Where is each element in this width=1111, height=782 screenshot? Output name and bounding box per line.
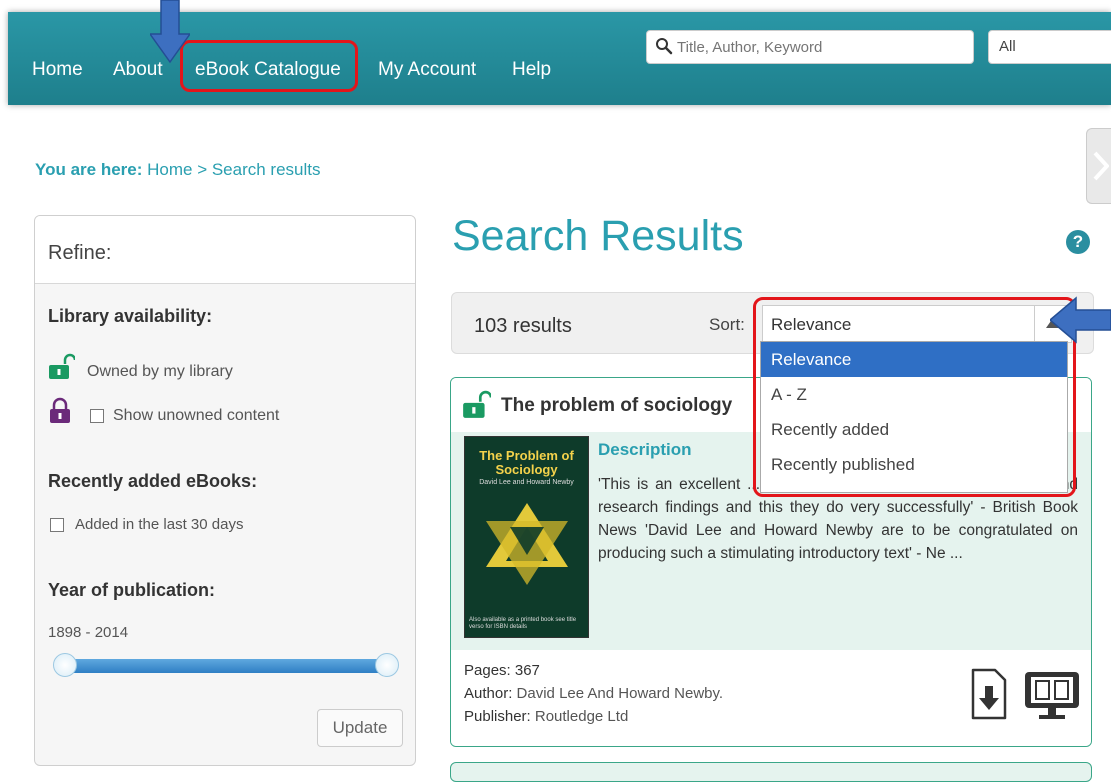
result-title[interactable]: The problem of sociology bbox=[501, 395, 732, 417]
publisher-label: Publisher: bbox=[464, 708, 531, 725]
year-slider-min-handle[interactable] bbox=[53, 653, 77, 677]
annotation-arrow-left bbox=[1050, 296, 1111, 344]
cover-author: David Lee and Howard Newby bbox=[479, 479, 574, 486]
search-input[interactable] bbox=[675, 31, 969, 63]
pages-row: Pages: 367 bbox=[464, 662, 540, 679]
refine-panel: Refine: Library availability: Owned by m… bbox=[34, 215, 416, 766]
year-slider-max-handle[interactable] bbox=[375, 653, 399, 677]
pages-label: Pages: bbox=[464, 662, 511, 679]
chevron-right-icon bbox=[1093, 151, 1109, 181]
update-button[interactable]: Update bbox=[317, 709, 403, 747]
sort-option-relevance[interactable]: Relevance bbox=[761, 342, 1067, 377]
cover-title: The Problem of Sociology bbox=[479, 448, 574, 477]
result-card-footer: Pages: 367 Author: David Lee And Howard … bbox=[451, 650, 1091, 746]
sort-label: Sort: bbox=[709, 315, 745, 334]
annotation-arrow-down bbox=[150, 0, 190, 64]
next-result-card bbox=[450, 762, 1092, 782]
side-panel-toggle[interactable] bbox=[1086, 128, 1111, 204]
publisher-value: Routledge Ltd bbox=[534, 708, 629, 725]
help-icon[interactable]: ? bbox=[1066, 230, 1090, 254]
year-range-text: 1898 - 2014 bbox=[48, 624, 129, 641]
read-online-icon[interactable] bbox=[1023, 670, 1081, 722]
publisher-row: Publisher: Routledge Ltd bbox=[464, 708, 628, 725]
nav-ebook-catalogue[interactable]: eBook Catalogue bbox=[195, 59, 341, 81]
download-icon[interactable] bbox=[969, 668, 1009, 720]
search-box bbox=[646, 30, 974, 64]
nav-home[interactable]: Home bbox=[32, 59, 83, 81]
sort-selected-value: Relevance bbox=[771, 315, 852, 334]
year-slider-track[interactable] bbox=[65, 659, 387, 673]
breadcrumb-lead: You are here: bbox=[35, 160, 143, 179]
show-unowned-checkbox[interactable] bbox=[90, 409, 104, 423]
sort-option-a-z[interactable]: A - Z bbox=[761, 377, 1067, 412]
page-title: Search Results bbox=[452, 212, 744, 260]
added-last-30-days-label: Added in the last 30 days bbox=[75, 516, 244, 533]
added-last-30-days-checkbox[interactable] bbox=[50, 518, 64, 532]
book-cover-image[interactable]: The Problem of Sociology David Lee and H… bbox=[464, 436, 589, 638]
author-value[interactable]: David Lee And Howard Newby. bbox=[517, 685, 724, 702]
sort-dropdown-list: Relevance A - Z Recently added Recently … bbox=[760, 341, 1068, 493]
unlock-icon bbox=[463, 390, 491, 418]
breadcrumb-trail[interactable]: Home > Search results bbox=[147, 160, 320, 179]
search-scope-select[interactable]: All bbox=[988, 30, 1111, 64]
sort-option-recently-published[interactable]: Recently published bbox=[761, 447, 1067, 482]
results-count: 103 results bbox=[474, 315, 572, 337]
nav-my-account[interactable]: My Account bbox=[378, 59, 476, 81]
recently-added-heading: Recently added eBooks: bbox=[48, 471, 258, 491]
lock-icon bbox=[50, 397, 70, 423]
author-label: Author: bbox=[464, 685, 513, 702]
description-heading: Description bbox=[598, 440, 692, 459]
author-row: Author: David Lee And Howard Newby. bbox=[464, 685, 723, 702]
unlock-icon bbox=[49, 353, 75, 379]
nav-help[interactable]: Help bbox=[512, 59, 551, 81]
refine-title: Refine: bbox=[35, 216, 415, 284]
cover-artwork bbox=[486, 503, 568, 585]
sort-option-recently-added[interactable]: Recently added bbox=[761, 412, 1067, 447]
pages-value: 367 bbox=[514, 662, 540, 679]
owned-by-library-label: Owned by my library bbox=[87, 363, 233, 380]
sort-select[interactable]: Relevance bbox=[762, 305, 1072, 343]
breadcrumb: You are here: Home > Search results bbox=[35, 160, 321, 180]
cover-footer-text: Also available as a printed book see tit… bbox=[469, 617, 577, 630]
search-icon bbox=[656, 38, 673, 55]
year-heading: Year of publication: bbox=[48, 580, 216, 600]
availability-heading: Library availability: bbox=[48, 306, 213, 326]
show-unowned-label: Show unowned content bbox=[113, 407, 280, 424]
